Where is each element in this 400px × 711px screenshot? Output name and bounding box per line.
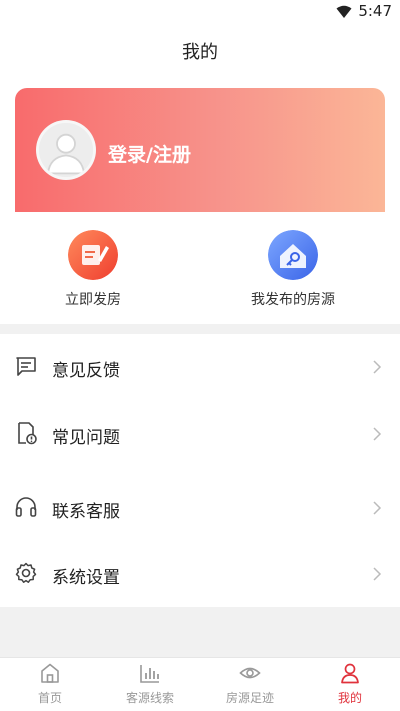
- eye-icon: [239, 667, 261, 679]
- menu-item-label: 系统设置: [52, 568, 120, 588]
- tab-label: 房源足迹: [225, 691, 274, 705]
- my-listings-button[interactable]: 我发布的房源: [213, 230, 373, 309]
- leads-chart-icon: [140, 665, 159, 683]
- chevron-right-icon: [373, 501, 382, 515]
- profile-icon: [341, 663, 359, 684]
- feedback-icon: [16, 357, 36, 376]
- tab-label: 首页: [37, 691, 62, 705]
- home-icon: [41, 663, 59, 683]
- post-listing-button[interactable]: 立即发房: [13, 230, 173, 309]
- menu-item-faq[interactable]: 常见问题: [0, 401, 400, 467]
- menu-item-feedback[interactable]: 意见反馈: [0, 334, 400, 400]
- login-register-link[interactable]: 登录/注册: [108, 140, 191, 167]
- tab-home[interactable]: 首页: [0, 662, 100, 706]
- tab-leads[interactable]: 客源线索: [100, 662, 200, 706]
- my-listings-icon: [268, 230, 318, 280]
- status-bar: 5:47: [0, 0, 400, 24]
- status-time: 5:47: [358, 2, 392, 20]
- menu-item-label: 常见问题: [52, 428, 120, 448]
- menu-item-settings[interactable]: 系统设置: [0, 541, 400, 607]
- avatar-placeholder-icon[interactable]: [36, 120, 96, 180]
- bottom-tab-bar: 首页 客源线索 房源足迹 我的: [0, 657, 400, 711]
- my-listings-label: 我发布的房源: [251, 292, 335, 308]
- page-title: 我的: [182, 42, 218, 63]
- settings-icon: [15, 562, 37, 583]
- faq-icon: [18, 422, 37, 445]
- section-divider: [0, 324, 400, 334]
- menu-item-label: 联系客服: [52, 502, 120, 522]
- chevron-right-icon: [373, 427, 382, 441]
- post-listing-icon: [68, 230, 118, 280]
- empty-area: [0, 607, 400, 657]
- tab-footprint[interactable]: 房源足迹: [200, 662, 300, 706]
- post-listing-label: 立即发房: [65, 292, 121, 308]
- profile-card[interactable]: 登录/注册: [15, 88, 385, 212]
- menu-item-label: 意见反馈: [52, 361, 120, 381]
- tab-label: 我的: [337, 691, 362, 705]
- chevron-right-icon: [373, 360, 382, 374]
- quick-actions: 立即发房 我发布的房源: [0, 222, 400, 322]
- wifi-icon: [336, 5, 352, 18]
- headset-icon: [15, 497, 37, 517]
- menu-item-customer-service[interactable]: 联系客服: [0, 475, 400, 541]
- tab-profile[interactable]: 我的: [300, 662, 400, 706]
- tab-label: 客源线索: [125, 691, 174, 705]
- chevron-right-icon: [373, 567, 382, 581]
